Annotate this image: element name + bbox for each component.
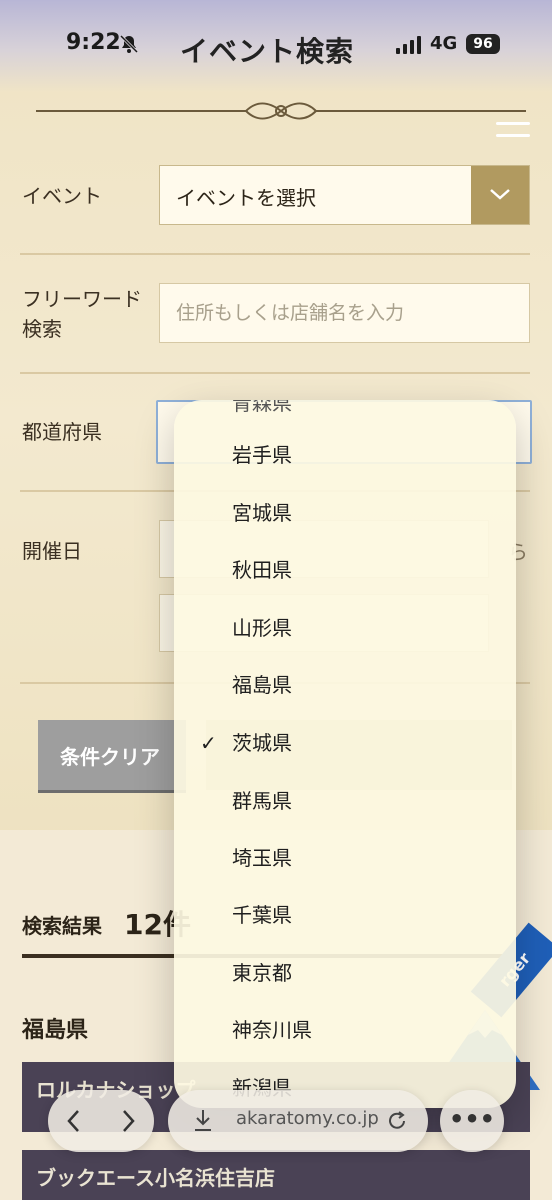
status-bar: 9:22 イベント検索 4G 96 [0,0,552,92]
checkmark-icon: ✓ [200,731,217,755]
picker-option[interactable]: 岩手県 [232,440,292,470]
download-icon[interactable] [192,1108,214,1134]
picker-option[interactable]: 秋田県 [232,555,292,585]
freeword-label-line2: 検索 [22,317,62,341]
picker-option[interactable]: 埼玉県 [232,843,292,873]
freeword-input[interactable] [160,284,529,342]
picker-option[interactable]: 千葉県 [232,900,292,930]
browser-nav-group [48,1090,154,1152]
picker-option[interactable]: 群馬県 [232,786,292,816]
hamburger-menu-icon[interactable] [496,122,530,144]
clear-conditions-button[interactable]: 条件クリア [38,720,186,790]
chevron-down-icon [490,189,510,200]
network-type: 4G [430,33,458,54]
results-prefecture-heading: 福島県 [22,1018,89,1043]
signal-icon [396,36,421,54]
event-select-value: イベントを選択 [176,186,316,210]
picker-option[interactable]: 東京都 [232,958,292,988]
address-bar[interactable]: akaratomy.co.jp [168,1090,428,1152]
picker-option[interactable]: 福島県 [232,670,292,700]
shop-card-title: ブックエース小名浜住吉店 [36,1166,275,1190]
page-title: イベント検索 [180,35,355,68]
event-select-toggle[interactable] [471,166,529,224]
back-chevron-icon[interactable] [64,1108,84,1134]
bell-slash-icon [119,34,139,54]
picker-option[interactable]: 神奈川県 [232,1015,312,1045]
forward-chevron-icon[interactable] [118,1108,138,1134]
prefecture-picker-popup[interactable]: 青森県 岩手県 宮城県 秋田県 山形県 福島県 ✓ 茨城県 群馬県 埼玉県 千葉… [174,400,516,1108]
url-text: akaratomy.co.jp [236,1108,379,1129]
status-time: 9:22 [66,30,121,55]
date-label: 開催日 [22,539,82,563]
picker-option-selected[interactable]: 茨城県 [232,728,292,758]
results-label: 検索結果 [22,914,102,938]
picker-option[interactable]: 山形県 [232,613,292,643]
more-options-button[interactable]: ••• [440,1090,504,1152]
battery-indicator: 96 [466,34,500,54]
shop-card[interactable]: ブックエース小名浜住吉店 [22,1150,530,1200]
row-divider [20,372,530,374]
prefecture-label: 都道府県 [22,420,102,444]
event-label: イベント [22,184,102,208]
freeword-label-line1: フリーワード [22,287,142,311]
ornament-divider [36,102,526,120]
freeword-field[interactable] [159,283,530,343]
row-divider [20,253,530,255]
picker-option[interactable]: 宮城県 [232,498,292,528]
event-select[interactable]: イベントを選択 [159,165,530,225]
picker-option-partial[interactable]: 青森県 [232,400,292,418]
reload-icon[interactable] [386,1110,408,1132]
